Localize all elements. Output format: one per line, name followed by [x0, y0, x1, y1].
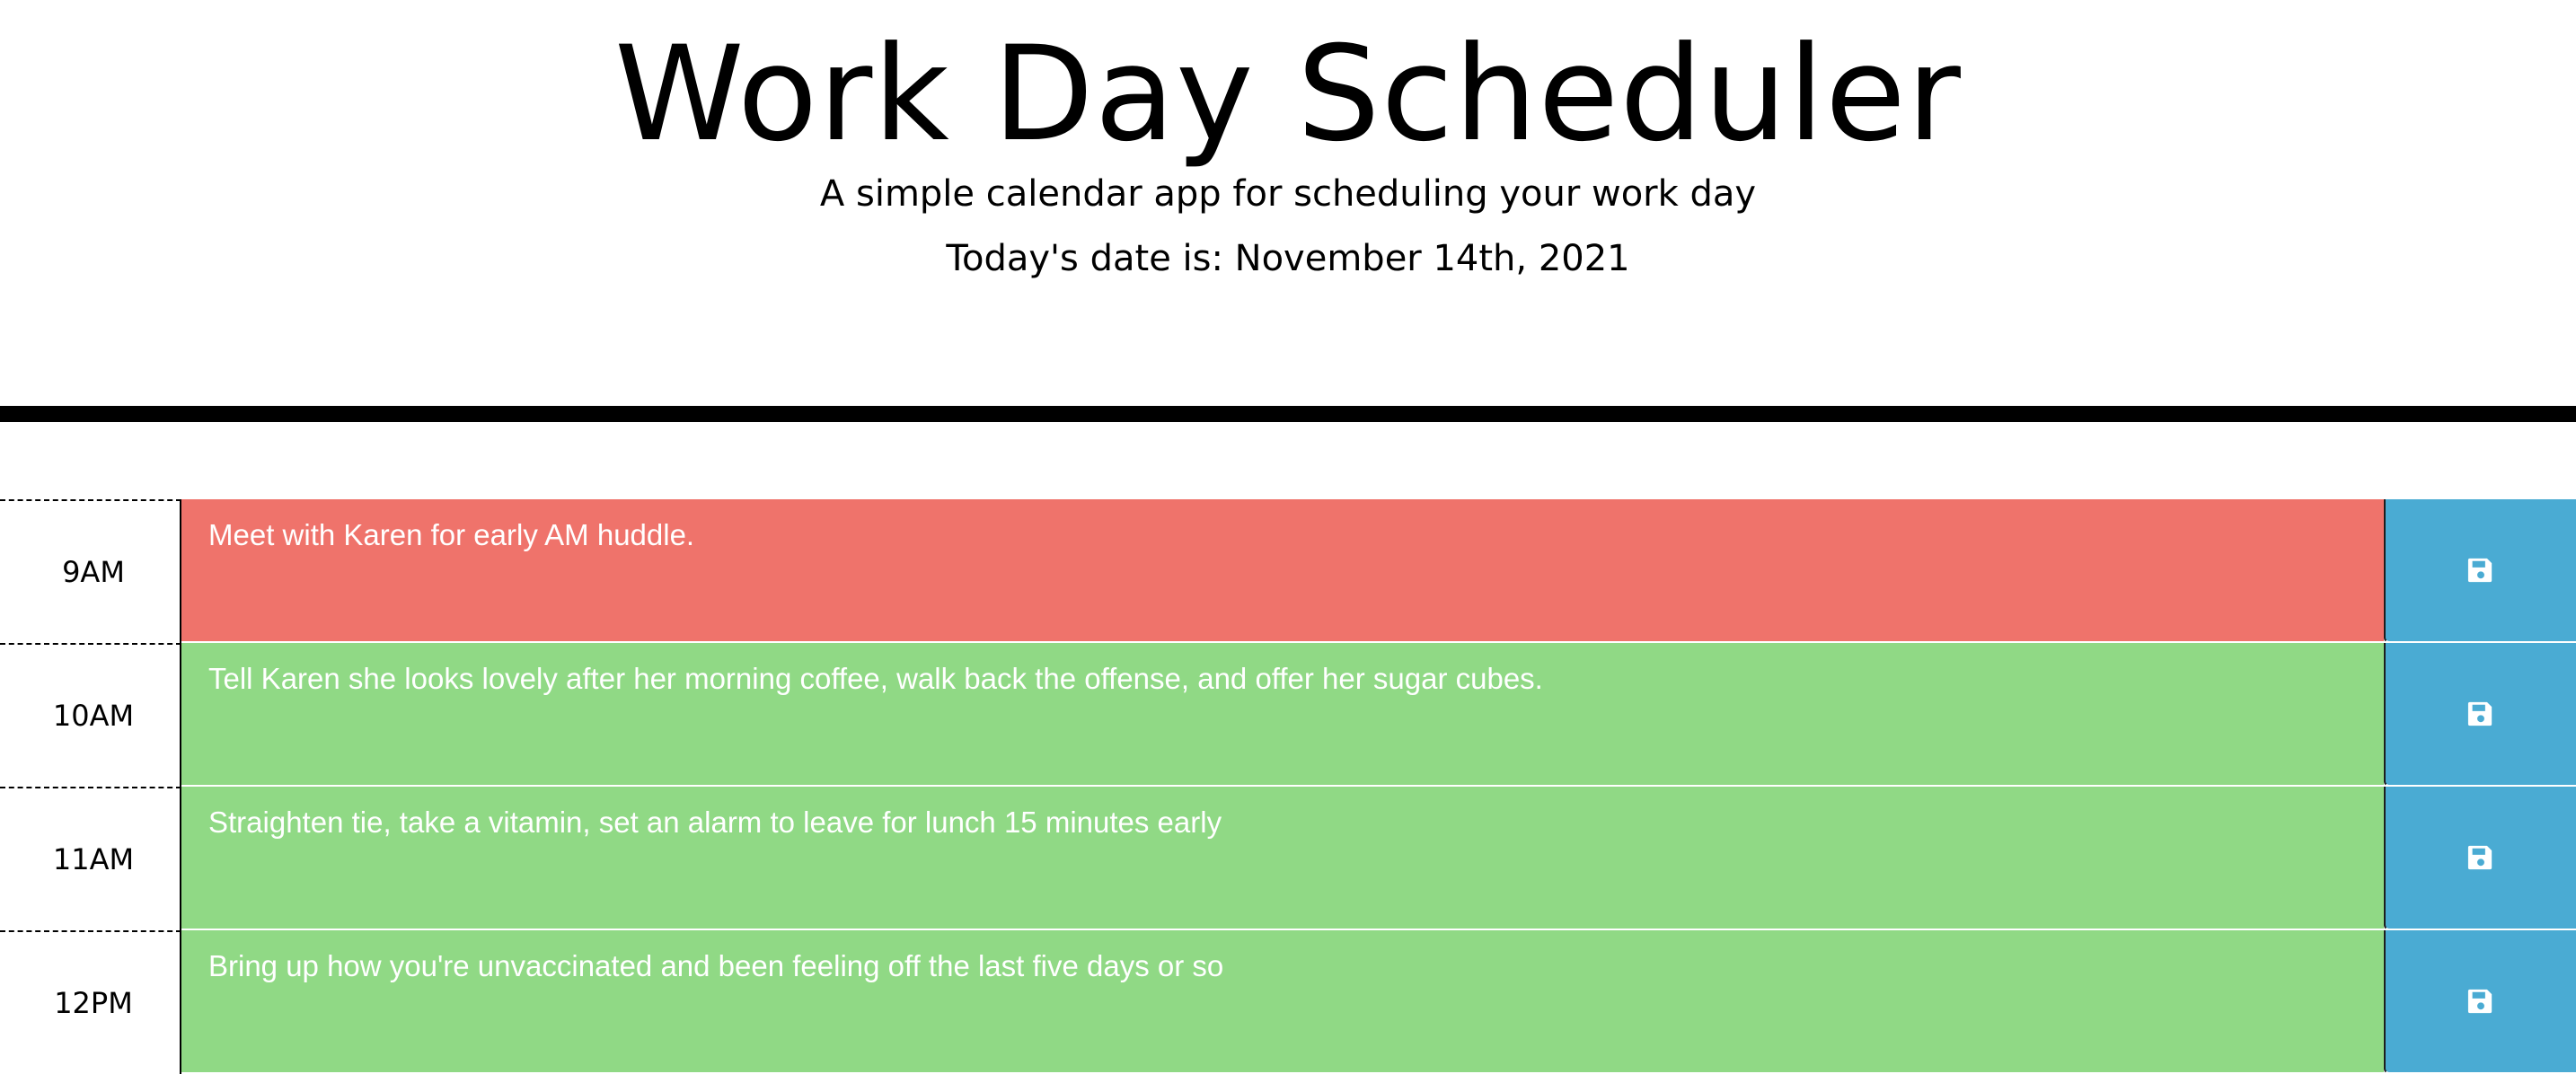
- event-description[interactable]: Meet with Karen for early AM huddle.: [181, 499, 2384, 643]
- floppy-disk-icon: [2467, 558, 2492, 583]
- page-title: Work Day Scheduler: [614, 18, 1962, 171]
- event-description[interactable]: Tell Karen she looks lovely after her mo…: [181, 643, 2384, 787]
- floppy-disk-icon: [2467, 845, 2492, 870]
- hour-label: 10AM: [0, 643, 181, 787]
- time-block-12pm: 12PM Bring up how you're unvaccinated an…: [0, 930, 2576, 1074]
- header: Work Day Scheduler A simple calendar app…: [0, 0, 2576, 422]
- floppy-disk-icon: [2467, 989, 2492, 1014]
- hour-label: 9AM: [0, 499, 181, 643]
- time-block-11am: 11AM Straighten tie, take a vitamin, set…: [0, 787, 2576, 930]
- save-button[interactable]: [2384, 499, 2576, 643]
- floppy-disk-icon: [2467, 701, 2492, 726]
- time-block-10am: 10AM Tell Karen she looks lovely after h…: [0, 643, 2576, 787]
- save-button[interactable]: [2384, 930, 2576, 1074]
- event-description[interactable]: Bring up how you're unvaccinated and bee…: [181, 930, 2384, 1074]
- save-button[interactable]: [2384, 787, 2576, 930]
- hour-label: 11AM: [0, 787, 181, 930]
- hour-label: 12PM: [0, 930, 181, 1074]
- event-description[interactable]: Straighten tie, take a vitamin, set an a…: [181, 787, 2384, 930]
- page-subtitle: A simple calendar app for scheduling you…: [819, 173, 1757, 215]
- schedule-container: 9AM Meet with Karen for early AM huddle.…: [0, 499, 2576, 1074]
- save-button[interactable]: [2384, 643, 2576, 787]
- time-block-9am: 9AM Meet with Karen for early AM huddle.: [0, 499, 2576, 643]
- current-date: Today's date is: November 14th, 2021: [946, 238, 1630, 279]
